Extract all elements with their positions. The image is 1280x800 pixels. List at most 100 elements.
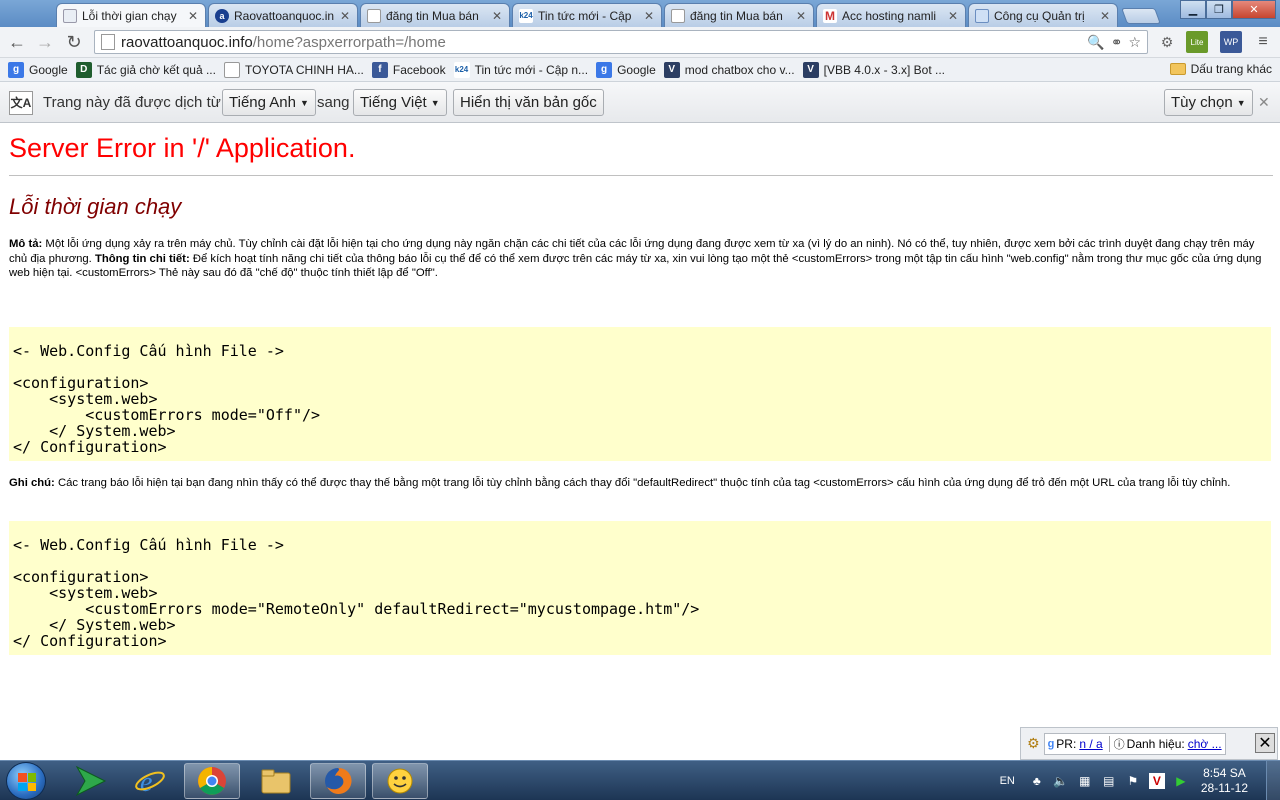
translate-text-1: Trang này đã được dịch từ [43,94,221,111]
translate-options-button[interactable]: Tùy chọn ▼ [1164,89,1253,116]
pagerank-indicator[interactable]: g PR: n / a ⓘ Danh hiệu: chờ ... [1043,732,1226,755]
bookmark-label: [VBB 4.0.x - 3.x] Bot ... [823,62,945,77]
reload-button[interactable]: ↻ [63,31,85,53]
back-button[interactable]: ← [6,31,28,53]
tab-label: đăng tin Mua bán [690,8,783,23]
tab-cong-cu-quan-tri[interactable]: Công cụ Quản trị ✕ [968,3,1118,27]
language-indicator[interactable]: EN [1000,775,1015,787]
translate-text-2: sang [317,94,350,111]
k24-icon: k24 [519,8,533,23]
show-desktop-button[interactable] [1266,761,1280,800]
close-icon[interactable]: ✕ [795,9,807,23]
taskbar-chrome[interactable] [184,763,240,799]
tab-raovattoanquoc[interactable]: a Raovattoanquoc.in ✕ [208,3,358,27]
window-close-button[interactable]: ✕ [1232,0,1276,19]
bookmark-tin-tuc[interactable]: k24 Tin tức mới - Cập n... [453,61,589,78]
close-icon[interactable]: ✕ [491,9,503,23]
caret-down-icon: ▼ [1236,97,1246,108]
clock-date: 28-11-12 [1200,781,1248,795]
tab-dang-tin-2[interactable]: đăng tin Mua bán ✕ [664,3,814,27]
gear-icon[interactable]: ⚙ [1156,31,1178,53]
translate-icon-wrap: 文A [9,89,33,116]
bookmark-google[interactable]: g Google [8,61,68,78]
translate-bar: 文A Trang này đã được dịch từ Tiếng Anh ▼ … [0,82,1280,123]
volume-icon[interactable]: 🔈 [1053,773,1069,789]
google-icon: g [8,61,24,78]
tab-dang-tin-1[interactable]: đăng tin Mua bán ✕ [360,3,510,27]
close-icon[interactable]: ✕ [339,9,351,23]
bookmark-mod-chatbox[interactable]: V mod chatbox cho v... [663,61,795,78]
gear-icon[interactable]: ⚙ [1027,735,1040,752]
tab-strip: Lỗi thời gian chạy ✕ a Raovattoanquoc.in… [0,0,1280,27]
title-value-link[interactable]: chờ ... [1188,737,1222,751]
tab-acc-hosting[interactable]: M Acc hosting namli ✕ [816,3,966,27]
taskbar-winamp[interactable] [62,763,118,799]
network-app-icon[interactable]: ♣ [1029,773,1045,789]
minimize-button[interactable]: ▁ [1180,0,1206,19]
chrome-icon [198,767,226,795]
google-icon: g [596,61,613,78]
wp-extension-icon[interactable]: WP [1220,31,1242,53]
network-icon[interactable]: ▦ [1077,773,1093,789]
description-label: Mô tả: [9,238,43,250]
green-arrow-icon[interactable]: ▶ [1173,773,1189,789]
tab-runtime-error[interactable]: Lỗi thời gian chạy ✕ [56,3,206,27]
close-translate-bar-icon[interactable]: ✕ [1258,89,1270,116]
bookmark-vbb-bot[interactable]: V [VBB 4.0.x - 3.x] Bot ... [802,61,945,78]
address-bar[interactable]: raovattoanquoc.info/home?aspxerrorpath=/… [94,30,1148,54]
ie-icon: e [135,767,165,797]
page-icon [671,8,685,23]
d-icon: D [75,61,92,78]
taskbar-messenger[interactable] [372,763,428,799]
close-icon[interactable]: ✕ [643,9,655,23]
caret-down-icon: ▼ [300,97,309,108]
error-subtitle: Lỗi thời gian chạy [9,194,182,219]
bookmark-label: Tin tức mới - Cập n... [474,62,589,77]
tab-tin-tuc[interactable]: k24 Tin tức mới - Cập ✕ [512,3,662,27]
folder-icon [261,769,291,794]
pr-value-link[interactable]: n / a [1079,737,1102,751]
usb-icon[interactable]: ▤ [1101,773,1117,789]
taskbar-firefox[interactable] [310,763,366,799]
taskbar: e EN ♣ 🔈 ▦ ▤ ⚑ V ▶ 8:54 SA 28-11-12 [0,760,1280,800]
bookmark-label: Google [617,62,656,77]
pr-label: PR: [1056,736,1077,751]
close-icon[interactable]: ✕ [947,9,959,23]
details-label: Thông tin chi tiết: [94,252,190,265]
flag-icon[interactable]: ⚑ [1125,773,1141,789]
star-icon[interactable]: ☆ [1128,34,1141,51]
translate-page-icon[interactable]: ⚭ [1111,34,1123,51]
taskbar-ie[interactable]: e [122,763,178,799]
caret-down-icon: ▼ [430,97,440,108]
bookmark-toyota[interactable]: TOYOTA CHINH HA... [223,61,364,78]
other-bookmarks[interactable]: Dấu trang khác [1169,62,1272,76]
forward-button[interactable]: → [34,31,56,53]
taskbar-explorer[interactable] [248,763,304,799]
maximize-button[interactable]: ❐ [1206,0,1232,19]
clock[interactable]: 8:54 SA 28-11-12 [1201,766,1248,796]
page-icon [367,8,381,23]
wrench-icon[interactable]: ≡ [1252,31,1274,53]
new-tab-button[interactable] [1121,8,1161,24]
close-icon[interactable]: ✕ [1099,9,1111,23]
vbb-icon: V [663,61,680,78]
close-icon[interactable]: ✕ [1255,733,1275,753]
close-icon[interactable]: ✕ [187,9,199,23]
bookmark-google-2[interactable]: g Google [596,61,656,78]
bookmark-tac-gia[interactable]: D Tác giả chờ kết quả ... [75,61,216,78]
browser-toolbar: ← → ↻ raovattoanquoc.info/home?aspxerror… [0,27,1280,58]
start-button[interactable] [6,762,46,800]
bookmark-facebook[interactable]: f Facebook [371,61,446,78]
to-language-select[interactable]: Tiếng Việt ▼ [353,89,447,116]
lite-extension-icon[interactable]: Lite [1186,31,1208,53]
from-language-select[interactable]: Tiếng Anh ▼ [222,89,316,116]
show-original-button[interactable]: Hiển thị văn bản gốc [453,89,604,116]
other-bookmarks-label: Dấu trang khác [1190,62,1272,76]
green-arrow-icon [75,765,107,797]
antivirus-icon[interactable]: V [1148,773,1165,789]
zoom-icon[interactable]: 🔍 [1087,34,1104,51]
code-block-config-off: <- Web.Config Cấu hình File -> <configur… [9,327,1271,461]
page-content: Server Error in '/' Application. Lỗi thờ… [0,123,1280,760]
page-title: Server Error in '/' Application. [9,133,356,163]
bookmark-label: mod chatbox cho v... [684,62,795,77]
